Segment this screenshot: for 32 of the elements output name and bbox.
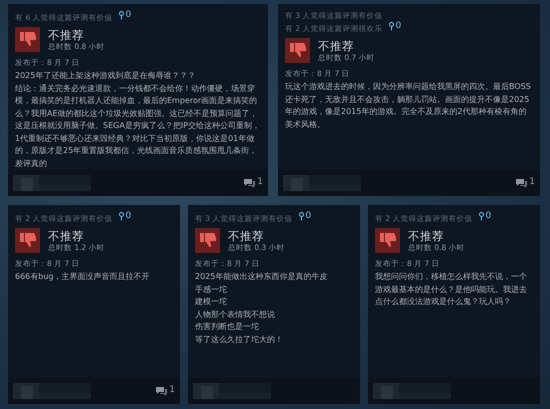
- comment-icon: [244, 178, 256, 188]
- comment-icon: [516, 178, 528, 188]
- review-text: 等了这么久拉了坨大的！: [195, 334, 284, 346]
- comment-count[interactable]: 1: [156, 384, 175, 398]
- award-icon: [118, 11, 124, 20]
- review-text: 手感一坨: [195, 284, 228, 296]
- review-text: 2025年能做出这种东西你是真的牛皮: [195, 271, 328, 283]
- review-text: 玩这个游戏进去的时候，因为分辨率问题给我黑屏的四次。最后BOSS还卡死了，无敌并且不会攻击，躺那儿罚站。画面的提升不像是2025年的游戏，像是2015年的游戏。完全不及原来的2代那种有棱有角的美术风格。: [285, 81, 532, 130]
- award-icon: [388, 22, 394, 31]
- comment-count[interactable]: 1: [244, 176, 263, 190]
- award-icon: [298, 212, 304, 221]
- comment-icon: [156, 386, 168, 396]
- verdict-title: 不推荐: [318, 38, 355, 52]
- review-text: 我想问问你们，移植怎么样我先不说，一个游戏最基本的是什么？是他吗能玩。我进去点什么都没法游戏是什么鬼？玩人吗？: [375, 271, 528, 308]
- review-text: 666有bug，主界面没声音而且拉不开: [15, 271, 150, 283]
- award-icon: [478, 212, 484, 221]
- review-text: 伤害判断也是一坨: [195, 321, 260, 333]
- verdict-title: 不推荐: [48, 28, 85, 42]
- verdict-title: 不推荐: [408, 228, 445, 242]
- verdict-title: 不推荐: [48, 228, 85, 242]
- award-count[interactable]: 0: [478, 211, 492, 222]
- award-count[interactable]: 0: [118, 211, 132, 222]
- award-icon: [118, 212, 124, 221]
- review-text: 建模一坨: [195, 296, 228, 308]
- verdict-title: 不推荐: [228, 228, 265, 242]
- award-count[interactable]: 0: [298, 211, 312, 222]
- review-text: 结论：通关完务必光速退款，一分钱都不会给你！动作僵硬，场景穿模，最搞笑的是打机器人还能掉血，最后的Emperor画面是来搞笑的么？我用AE做的都比这个垃圾光效贴图强。这已经不是预算问题了，这是压根就没用脑子做。SEGA是穷疯了么？把IP交给这种公司重制，1代重制还不够恶心还来毁经典？对比下当初原版，你说这是01年做的，原版才是25年重置版我都信，光线画面音乐质感氛围甩几条街，差评真的: [15, 82, 261, 170]
- comment-count[interactable]: 1: [516, 176, 535, 190]
- award-count[interactable]: 0: [118, 10, 132, 21]
- award-count[interactable]: 0: [388, 21, 402, 32]
- review-text: 2025年了还能上架这种游戏到底是在侮辱谁？？？: [15, 70, 196, 82]
- review-text: 人物那个表情我不想说: [195, 308, 276, 320]
